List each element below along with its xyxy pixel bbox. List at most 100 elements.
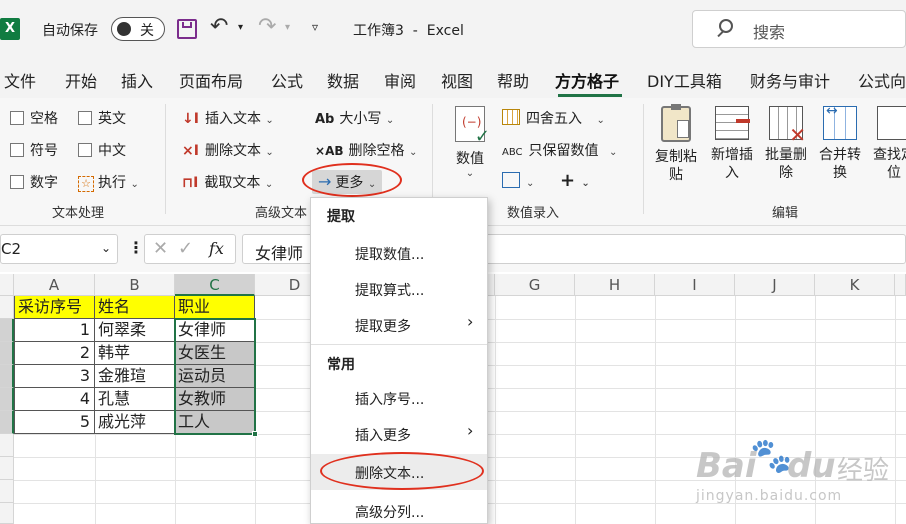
execute-button[interactable]: ☆ 执行 ⌄ [78, 172, 139, 192]
header-cell[interactable]: 采访序号 [15, 296, 95, 319]
row-header[interactable] [0, 319, 14, 342]
new-insert-icon [715, 106, 750, 140]
find-locate-button[interactable]: 查找定位 [870, 106, 906, 182]
save-icon[interactable] [177, 19, 197, 39]
tab-insert[interactable]: 插入 [121, 68, 153, 92]
plus-button[interactable]: + ⌄ [560, 170, 590, 191]
row-header[interactable] [0, 365, 14, 388]
table-cell-name[interactable]: 孔慧 [95, 388, 175, 411]
delete-space-button[interactable]: ×AB 删除空格 ⌄ [315, 140, 417, 160]
document-title: 工作簿3 - Excel [353, 23, 464, 39]
table-cell-index[interactable]: 1 [15, 319, 95, 342]
checkbox-chinese[interactable]: 中文 [78, 140, 126, 160]
insert-text-label: 插入文本 [204, 111, 261, 127]
undo-dropdown-icon[interactable]: ▾ [238, 22, 243, 33]
tab-help[interactable]: 帮助 [497, 68, 529, 92]
menu-item-extract-formula[interactable]: 提取算式... [355, 280, 424, 300]
menu-item-extract-value[interactable]: 提取数值... [355, 244, 424, 264]
edit-table-button[interactable]: ⌄ [502, 172, 534, 190]
checkbox-space[interactable]: 空格 [10, 108, 58, 128]
tab-file[interactable]: 文件 [4, 68, 36, 92]
tab-diy[interactable]: DIY工具箱 [647, 68, 722, 92]
batch-delete-button[interactable]: ✕ 批量删除 [762, 106, 810, 182]
insert-text-button[interactable]: ↓I 插入文本 ⌄ [182, 108, 274, 128]
table-cell-name[interactable]: 金雅瑄 [95, 365, 175, 388]
formula-buttons: ✕ ✓ fx [144, 234, 236, 264]
menu-item-insert-more[interactable]: 插入更多 [355, 425, 411, 445]
table-cell-name[interactable]: 何翠柔 [95, 319, 175, 342]
table-cell-name[interactable]: 戚光萍 [95, 411, 175, 434]
menu-item-advanced-split[interactable]: 高级分列... [355, 502, 424, 522]
column-header-c[interactable]: C [175, 274, 255, 296]
column-header-l[interactable] [895, 274, 906, 296]
autosave-toggle[interactable]: 关 [111, 17, 165, 41]
insert-function-icon[interactable]: fx [209, 239, 224, 258]
keep-value-button[interactable]: ABC 只保留数值 ⌄ [502, 140, 617, 160]
search-box[interactable]: 搜索 [692, 10, 906, 48]
new-insert-button[interactable]: 新增插入 [708, 106, 756, 182]
header-cell[interactable]: 职业 [175, 296, 255, 319]
fill-handle[interactable] [252, 431, 258, 437]
execute-label: 执行 [98, 175, 126, 191]
table-cell-index[interactable]: 2 [15, 342, 95, 365]
tab-formulas[interactable]: 公式 [271, 68, 303, 92]
header-cell[interactable]: 姓名 [95, 296, 175, 319]
menu-item-insert-sequence[interactable]: 插入序号... [355, 389, 424, 409]
undo-icon[interactable]: ↶ [210, 14, 228, 39]
round-button[interactable]: 四舍五入 ⌄ [502, 108, 605, 128]
watermark-url: jingyan.baidu.com [696, 488, 843, 504]
enter-icon[interactable]: ✓ [178, 238, 193, 259]
checkbox-symbol[interactable]: 符号 [10, 140, 58, 160]
column-header-j[interactable]: J [735, 274, 815, 296]
tab-page-layout[interactable]: 页面布局 [179, 68, 243, 92]
table-cell-index[interactable]: 5 [15, 411, 95, 434]
tab-formula-more[interactable]: 公式向 [858, 68, 906, 92]
column-header-i[interactable]: I [655, 274, 735, 296]
name-box[interactable]: C2 ⌄ [0, 234, 118, 264]
value-button[interactable]: (−) ✓ 数值 ⌄ [450, 106, 490, 179]
column-header-a[interactable]: A [14, 274, 95, 296]
tab-fangfang[interactable]: 方方格子 [555, 68, 619, 92]
row-header[interactable] [0, 342, 14, 365]
tab-view[interactable]: 视图 [441, 68, 473, 92]
row-header[interactable] [0, 388, 14, 411]
row-header[interactable] [0, 480, 14, 503]
row-header[interactable] [0, 457, 14, 480]
table-cell-index[interactable]: 4 [15, 388, 95, 411]
select-all-corner[interactable] [0, 274, 14, 296]
checkbox-symbol-label: 符号 [30, 143, 58, 159]
checkbox-chinese-label: 中文 [98, 143, 126, 159]
delete-text-button[interactable]: ×I 删除文本 ⌄ [182, 140, 274, 160]
watermark-brand: Bai [696, 446, 757, 486]
checkbox-english[interactable]: 英文 [78, 108, 126, 128]
column-header-h[interactable]: H [575, 274, 655, 296]
tab-finance[interactable]: 财务与审计 [750, 68, 830, 92]
cancel-icon[interactable]: ✕ [153, 238, 168, 259]
tab-home[interactable]: 开始 [65, 68, 97, 92]
chevron-down-icon[interactable]: ⌄ [101, 241, 111, 255]
case-button[interactable]: Ab 大小写 ⌄ [315, 108, 394, 128]
row-header[interactable] [0, 411, 14, 434]
table-cell-name[interactable]: 韩苹 [95, 342, 175, 365]
checkbox-number[interactable]: 数字 [10, 172, 58, 192]
column-header-g[interactable]: G [495, 274, 575, 296]
column-header-k[interactable]: K [815, 274, 895, 296]
row-header[interactable] [0, 503, 14, 524]
group-divider [165, 104, 166, 214]
more-options-icon[interactable]: ⋮ [128, 238, 144, 257]
cut-text-button[interactable]: ⊓I 截取文本 ⌄ [182, 172, 273, 192]
tab-review[interactable]: 审阅 [384, 68, 416, 92]
autosave-label: 自动保存 [42, 23, 98, 39]
column-header-b[interactable]: B [95, 274, 175, 296]
row-header[interactable] [0, 296, 14, 319]
merge-convert-button[interactable]: ↔ 合并转换 [816, 103, 864, 182]
menu-section-extract: 提取 [327, 209, 355, 225]
tab-data[interactable]: 数据 [327, 68, 359, 92]
keep-value-icon: ABC [502, 147, 523, 158]
delete-space-icon-text: AB [325, 144, 344, 158]
copy-paste-button[interactable]: 复制粘贴 [652, 104, 700, 184]
row-header[interactable] [0, 434, 14, 457]
menu-item-extract-more[interactable]: 提取更多 [355, 316, 411, 336]
table-cell-index[interactable]: 3 [15, 365, 95, 388]
customize-qat-icon[interactable]: ▿ [312, 20, 318, 34]
